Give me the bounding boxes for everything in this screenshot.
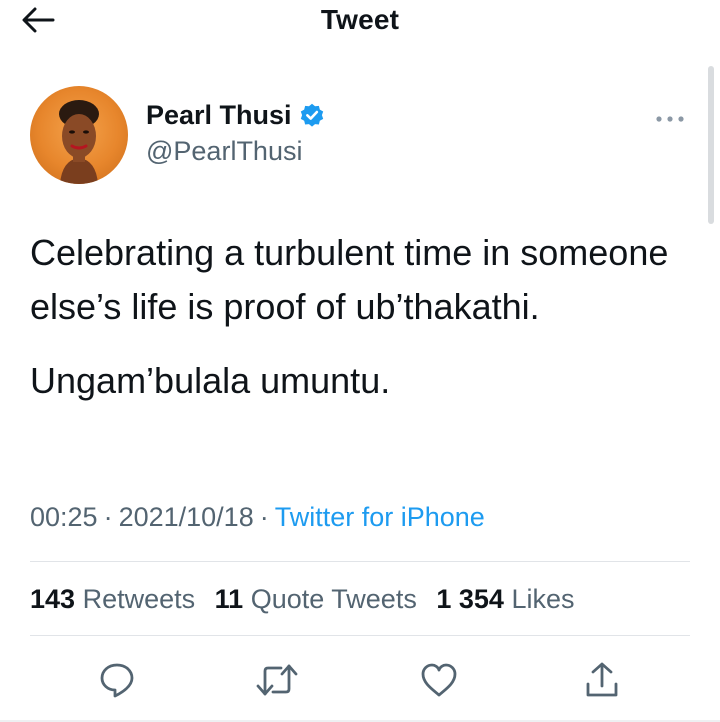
tweet-meta: 00:25 · 2021/10/18 · Twitter for iPhone — [30, 502, 485, 533]
tweet-time: 00:25 — [30, 502, 98, 532]
retweet-button[interactable] — [252, 655, 302, 705]
retweets-stat[interactable]: 143 Retweets — [30, 584, 195, 614]
reply-button[interactable] — [92, 655, 142, 705]
tweet-author: Pearl Thusi @PearlThusi — [30, 86, 690, 186]
tweet-text: Celebrating a turbulent time in someone … — [30, 226, 670, 428]
top-bar: Tweet — [0, 0, 720, 44]
author-display-name[interactable]: Pearl Thusi — [146, 100, 292, 131]
quote-tweets-stat[interactable]: 11 Quote Tweets — [215, 584, 417, 614]
retweet-icon — [256, 664, 298, 696]
tweet-paragraph: Celebrating a turbulent time in someone … — [30, 232, 669, 327]
verified-badge-icon — [298, 102, 326, 130]
tweet-paragraph: Ungam’bulala umuntu. — [30, 360, 391, 401]
like-button[interactable] — [414, 655, 464, 705]
share-icon — [586, 662, 618, 697]
avatar[interactable] — [30, 86, 128, 184]
tweet-date: 2021/10/18 — [118, 502, 254, 532]
heart-icon — [421, 663, 457, 697]
tweet-source-link[interactable]: Twitter for iPhone — [275, 502, 485, 532]
more-options-button[interactable] — [650, 104, 690, 134]
likes-stat[interactable]: 1 354 Likes — [436, 584, 574, 614]
divider — [30, 635, 690, 636]
reply-icon — [100, 663, 134, 698]
share-button[interactable] — [577, 655, 627, 705]
meta-separator: · — [259, 502, 269, 532]
name-row: Pearl Thusi — [146, 100, 326, 131]
author-handle[interactable]: @PearlThusi — [146, 136, 302, 167]
retweets-count: 143 — [30, 584, 76, 614]
avatar-portrait — [59, 100, 99, 184]
more-horizontal-icon — [656, 116, 684, 122]
likes-count: 1 354 — [436, 584, 504, 614]
tweet-stats: 143 Retweets 11 Quote Tweets 1 354 Likes — [30, 584, 586, 615]
quote-tweets-label: Quote Tweets — [250, 584, 417, 614]
tweet-detail-screen: Tweet Pearl Thusi @PearlThusi Celebratin… — [0, 0, 720, 722]
scrollbar[interactable] — [708, 66, 714, 224]
page-title: Tweet — [320, 4, 400, 35]
tweet-actions — [0, 655, 720, 705]
likes-label: Likes — [511, 584, 575, 614]
meta-separator: · — [103, 502, 113, 532]
quote-tweets-count: 11 — [214, 584, 244, 614]
retweets-label: Retweets — [82, 584, 196, 614]
divider — [30, 561, 690, 562]
